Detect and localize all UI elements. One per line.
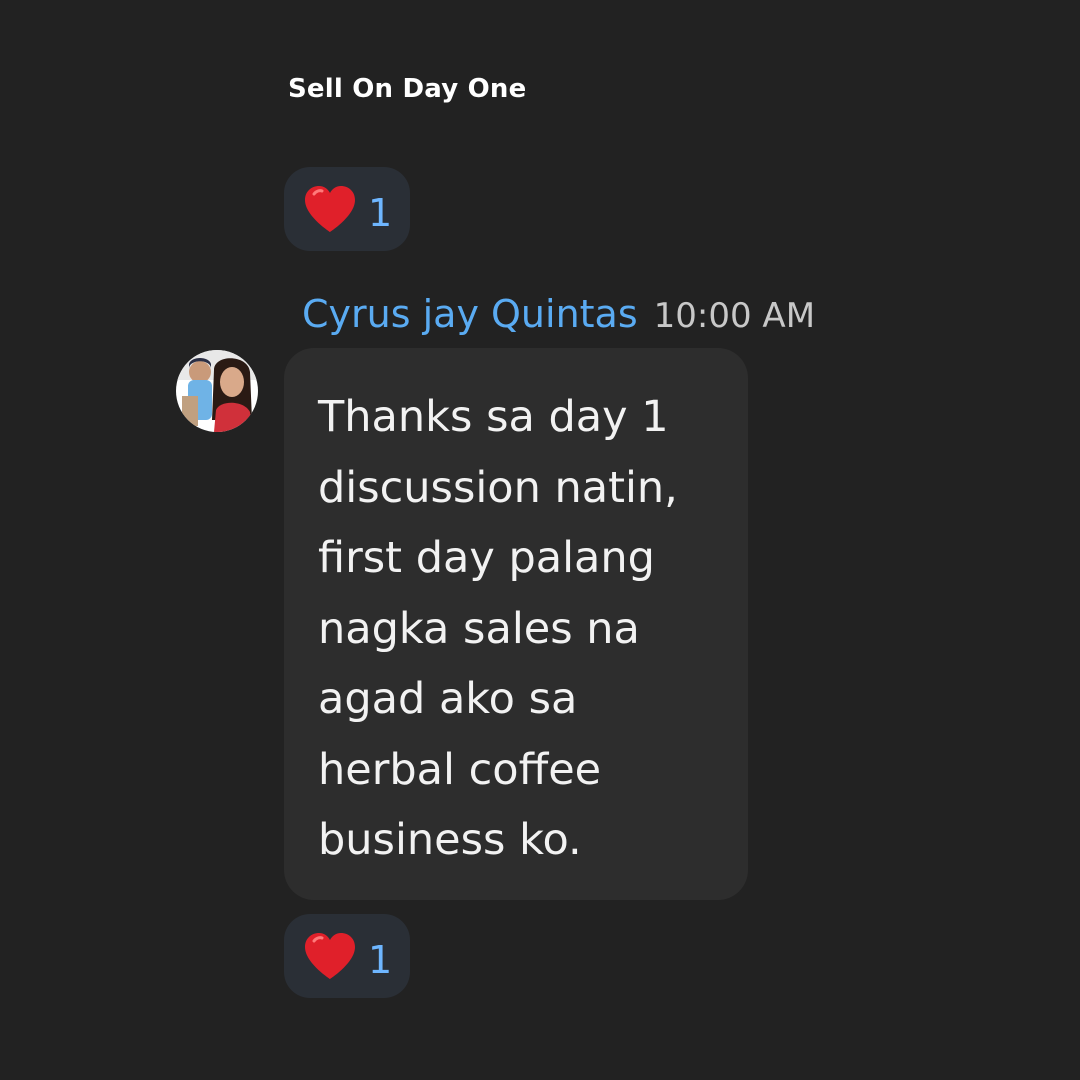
reaction-button[interactable]: 1 [284, 167, 410, 251]
message-text: Thanks sa day 1 discussion natin, first … [318, 392, 678, 865]
reaction-count: 1 [368, 191, 393, 235]
message-bubble[interactable]: Thanks sa day 1 discussion natin, first … [284, 348, 748, 900]
heart-icon [305, 186, 355, 232]
avatar-photo [176, 350, 258, 432]
reaction-count: 1 [368, 938, 393, 982]
heart-icon [305, 933, 355, 979]
message-timestamp: 10:00 AM [653, 296, 816, 336]
previous-message-text: Sell On Day One [288, 74, 527, 104]
message-header: Cyrus jay Quintas 10:00 AM [302, 292, 815, 336]
reaction-button[interactable]: 1 [284, 914, 410, 998]
avatar[interactable] [176, 350, 258, 432]
chat-view: Sell On Day One 1 Cyrus jay Quintas 10:0… [0, 0, 1080, 1080]
sender-name[interactable]: Cyrus jay Quintas [302, 292, 638, 336]
